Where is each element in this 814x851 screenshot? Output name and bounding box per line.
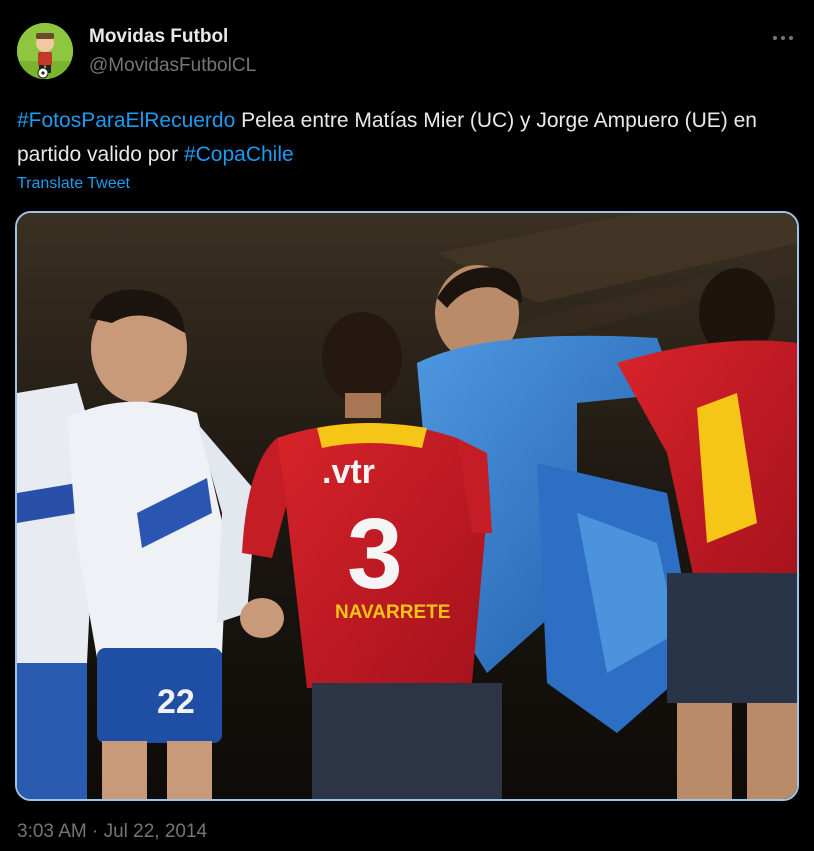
jersey-number: 3 [347, 498, 403, 610]
ellipsis-icon [773, 36, 793, 40]
more-options-button[interactable] [766, 26, 800, 50]
tweet-photo[interactable]: 22 .vtr 3 NAVARRETE [15, 211, 799, 801]
translate-tweet-link[interactable]: Translate Tweet [17, 175, 130, 193]
tweet-timestamp[interactable]: 3:03 AM · Jul 22, 2014 [17, 821, 207, 843]
jersey-name: NAVARRETE [335, 602, 450, 623]
hashtag-link[interactable]: #CopaChile [184, 143, 294, 166]
shorts-number: 22 [157, 683, 195, 721]
author-name[interactable]: Movidas Futbol [89, 26, 228, 48]
avatar[interactable] [17, 23, 73, 79]
jersey-sponsor: .vtr [322, 453, 375, 491]
tweet-text: #FotosParaElRecuerdo Pelea entre Matías … [17, 104, 787, 172]
cartoon-footballer-avatar-icon [17, 23, 73, 79]
photo-illustration: 22 .vtr 3 NAVARRETE [17, 213, 797, 799]
author-handle[interactable]: @MovidasFutbolCL [89, 55, 256, 77]
hashtag-link[interactable]: #FotosParaElRecuerdo [17, 109, 235, 132]
